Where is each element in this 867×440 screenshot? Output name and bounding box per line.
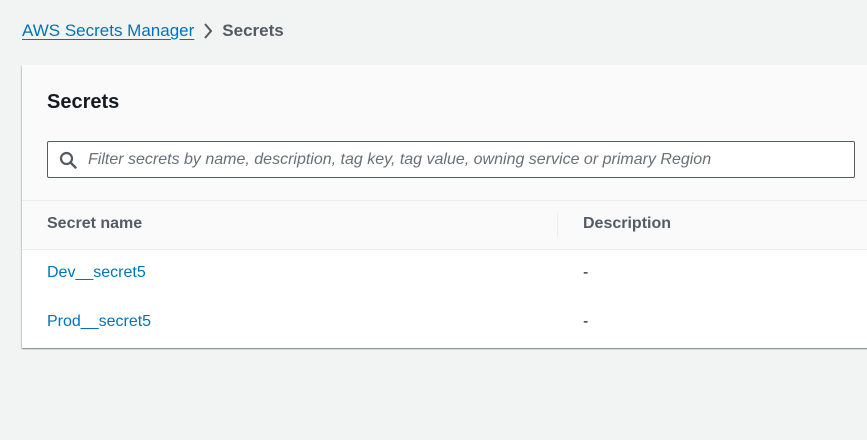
secret-name-link[interactable]: Prod__secret5 bbox=[47, 313, 151, 331]
secret-description: - bbox=[583, 264, 589, 281]
breadcrumb-service-link[interactable]: AWS Secrets Manager bbox=[22, 21, 194, 41]
breadcrumb-current: Secrets bbox=[222, 21, 284, 40]
table-row: Prod__secret5 - bbox=[22, 299, 867, 348]
table-header: Secret name Description bbox=[22, 201, 867, 250]
filter-input[interactable] bbox=[88, 142, 848, 177]
column-header-description[interactable]: Description bbox=[583, 215, 671, 233]
table-row: Dev__secret5 - bbox=[22, 250, 867, 300]
column-header-secret-name[interactable]: Secret name bbox=[47, 215, 142, 233]
filter-box[interactable] bbox=[47, 141, 855, 178]
chevron-right-icon bbox=[194, 20, 222, 42]
search-icon bbox=[59, 151, 77, 174]
secret-name-link[interactable]: Dev__secret5 bbox=[47, 264, 146, 282]
secrets-panel: Secrets Secret name Description Dev__sec… bbox=[22, 65, 867, 348]
panel-header: Secrets bbox=[22, 65, 867, 201]
panel-title: Secrets bbox=[47, 91, 120, 113]
secret-description: - bbox=[583, 313, 589, 330]
breadcrumb: AWS Secrets Manager Secrets bbox=[22, 20, 284, 42]
column-divider bbox=[557, 213, 558, 237]
